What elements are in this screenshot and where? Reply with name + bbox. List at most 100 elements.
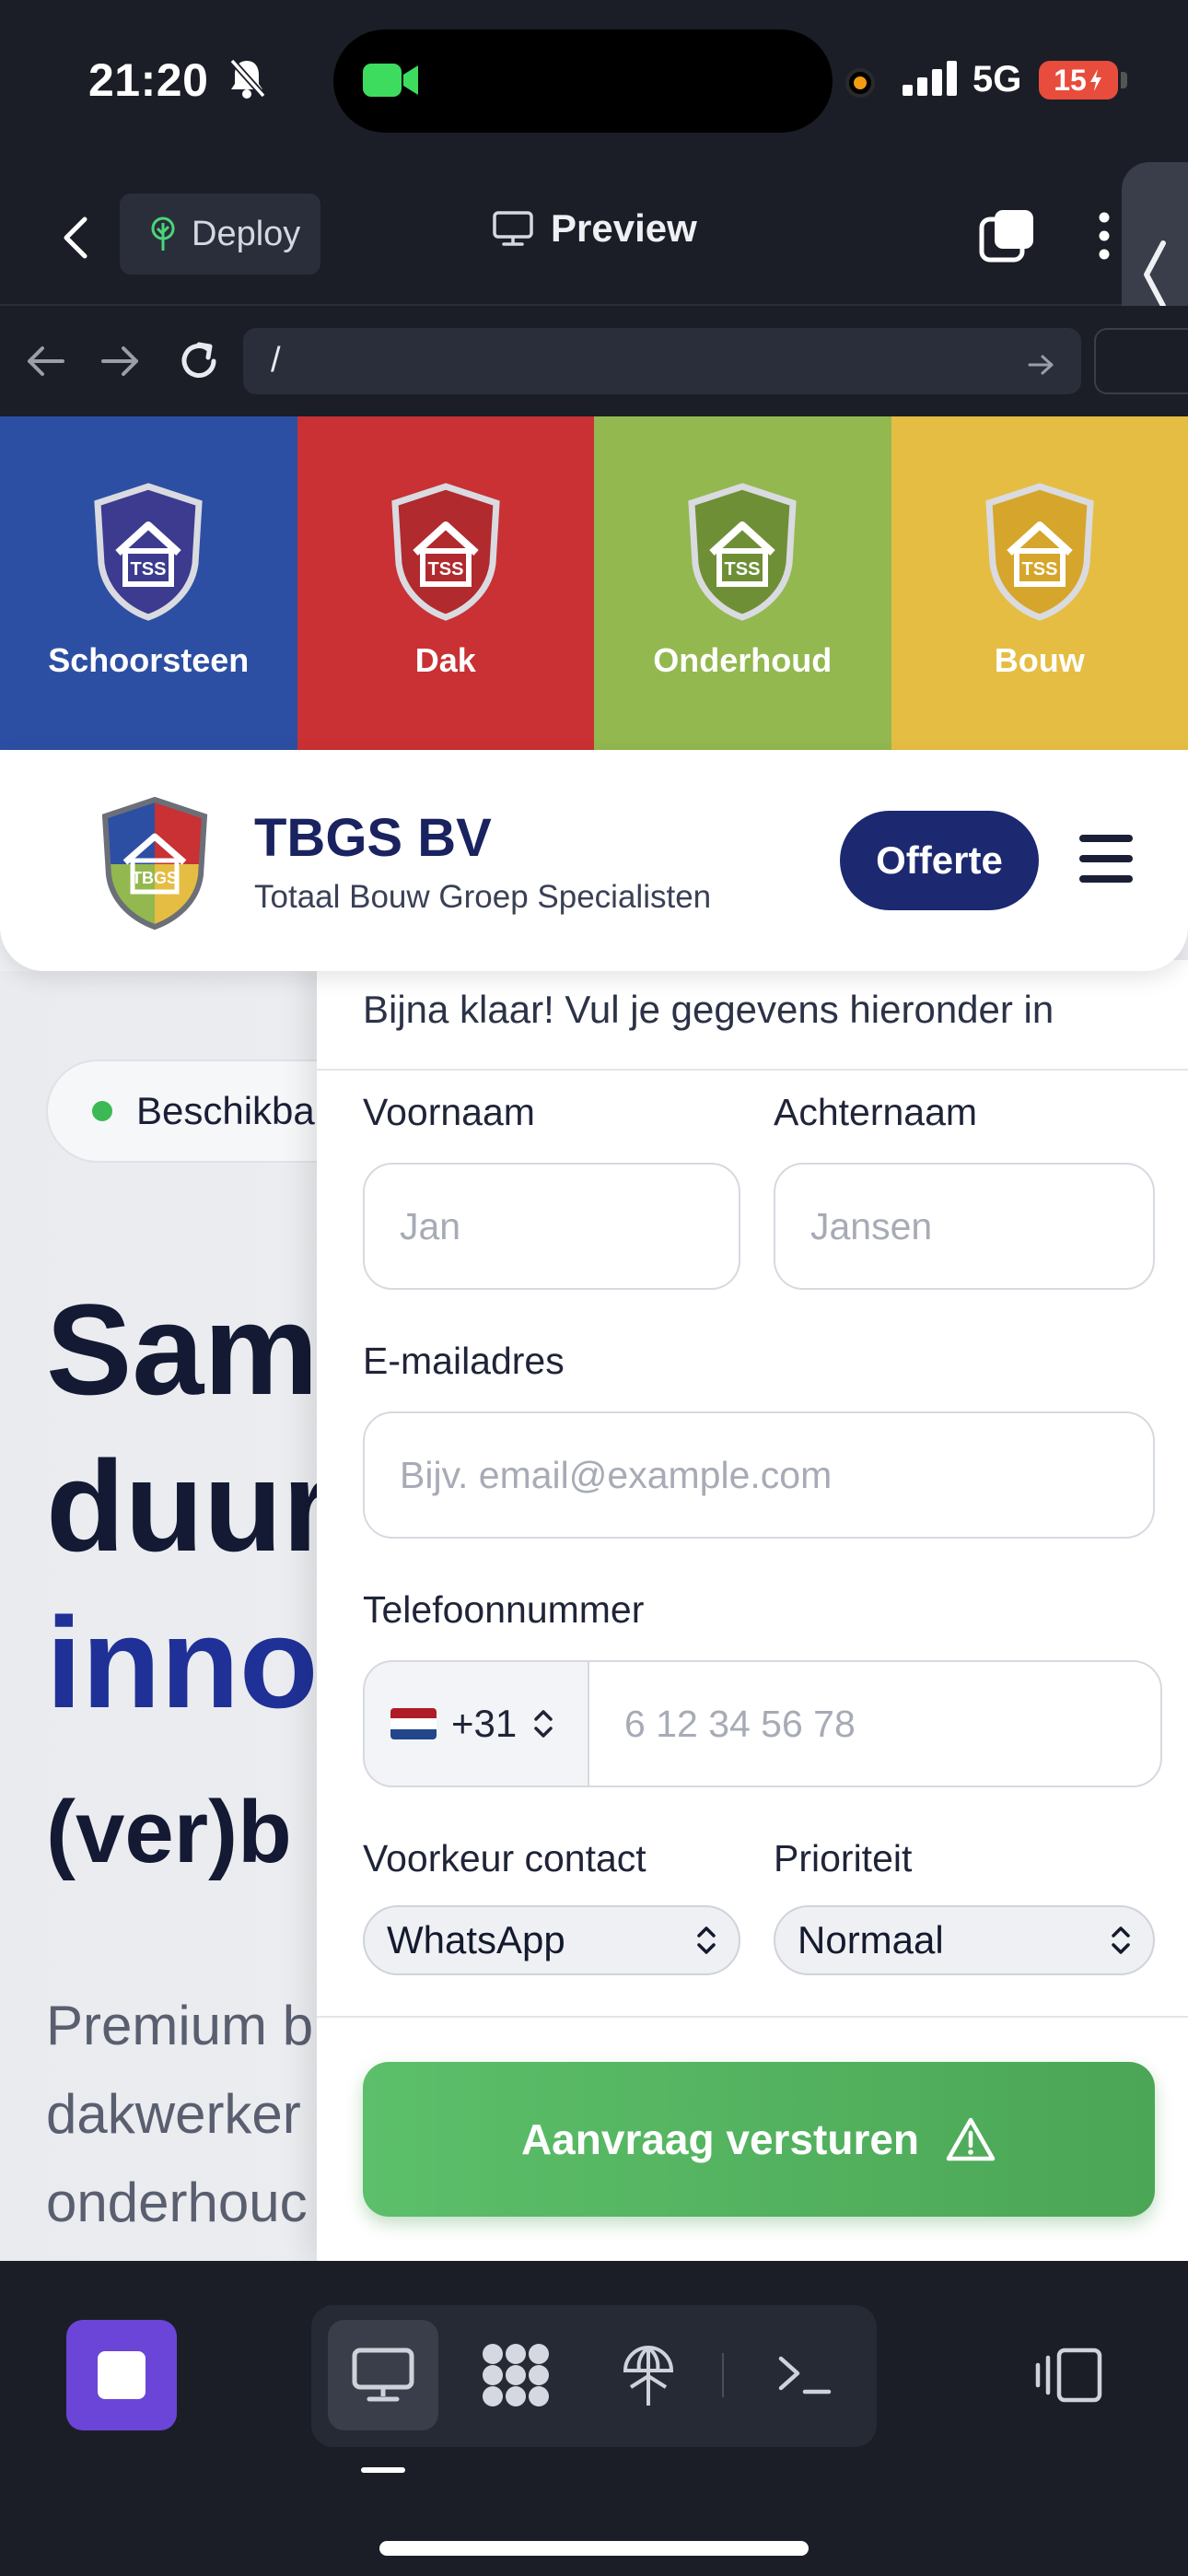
terminal-button[interactable] bbox=[750, 2320, 860, 2430]
more-options-button[interactable] bbox=[1090, 206, 1118, 265]
arrow-left-icon bbox=[28, 346, 64, 376]
email-input[interactable]: Bijv. email@example.com bbox=[363, 1411, 1155, 1539]
site-header: TBGS TBGS BV Totaal Bouw Groep Specialis… bbox=[0, 750, 1188, 971]
hero-paragraph-line-2: dakwerker bbox=[46, 2083, 301, 2145]
deploy-tree-icon bbox=[151, 217, 175, 251]
chevron-left-icon bbox=[64, 217, 87, 259]
netherlands-flag-icon bbox=[390, 1708, 437, 1739]
chevron-left-icon bbox=[1144, 240, 1166, 309]
category-tile-dak[interactable]: TSS Dak bbox=[297, 416, 594, 750]
reload-button[interactable] bbox=[171, 334, 227, 389]
select-arrows-icon bbox=[1112, 1926, 1130, 1954]
desktop-view-button[interactable] bbox=[328, 2320, 438, 2430]
priority-label: Prioriteit bbox=[774, 1837, 913, 1879]
tbgs-logo[interactable]: TBGS bbox=[98, 796, 212, 931]
svg-text:TSS: TSS bbox=[1021, 559, 1057, 580]
offerte-button[interactable]: Offerte bbox=[840, 811, 1039, 910]
svg-text:TSS: TSS bbox=[725, 559, 761, 580]
category-label: Dak bbox=[414, 641, 476, 679]
active-view-indicator bbox=[361, 2467, 405, 2473]
reload-icon bbox=[181, 342, 216, 378]
network-button[interactable] bbox=[593, 2320, 704, 2430]
category-tile-schoorsteen[interactable]: TSS Schoorsteen bbox=[0, 416, 297, 750]
submit-request-button[interactable]: Aanvraag versturen bbox=[363, 2062, 1155, 2217]
tss-shield-icon: TSS bbox=[688, 483, 797, 621]
stop-button[interactable] bbox=[66, 2320, 177, 2430]
hamburger-menu-icon[interactable] bbox=[1079, 835, 1133, 883]
signal-strength-icon bbox=[901, 59, 961, 100]
go-button[interactable] bbox=[1022, 346, 1059, 383]
brand-tagline: Totaal Bouw Groep Specialisten bbox=[254, 879, 712, 915]
camera-indicator-icon bbox=[361, 61, 422, 104]
battery-tip bbox=[1121, 72, 1127, 88]
tss-shield-icon: TSS bbox=[985, 483, 1094, 621]
first-name-input[interactable]: Jan bbox=[363, 1163, 740, 1290]
phone-label: Telefoonnummer bbox=[363, 1588, 645, 1631]
browser-back-button[interactable] bbox=[18, 334, 74, 389]
deploy-button[interactable]: Deploy bbox=[120, 193, 320, 275]
bottom-dock bbox=[0, 2261, 1188, 2576]
url-extra-control[interactable] bbox=[1094, 328, 1188, 394]
priority-value: Normaal bbox=[798, 1918, 944, 1961]
device-toggle-icon bbox=[1035, 2348, 1102, 2403]
category-label: Bouw bbox=[994, 641, 1085, 679]
hero-heading-line-1: Sam bbox=[46, 1277, 319, 1422]
app-toolbar: Deploy Preview bbox=[0, 166, 1188, 306]
select-arrows-icon bbox=[534, 1710, 553, 1738]
tss-shield-icon: TSS bbox=[94, 483, 203, 621]
email-label: E-mailadres bbox=[363, 1340, 565, 1382]
form-divider bbox=[317, 1069, 1188, 1071]
globe-antenna-icon bbox=[623, 2346, 674, 2406]
tabs-button[interactable] bbox=[978, 206, 1037, 265]
browser-url-row: / bbox=[0, 306, 1188, 416]
battery-icon: 15 bbox=[1039, 61, 1118, 100]
deploy-label: Deploy bbox=[192, 214, 301, 253]
last-name-label: Achternaam bbox=[774, 1091, 978, 1133]
url-input[interactable]: / bbox=[243, 328, 1081, 394]
kebab-menu-icon bbox=[1099, 212, 1110, 260]
network-type: 5G bbox=[973, 59, 1022, 100]
privacy-indicator-dot bbox=[849, 72, 871, 94]
home-indicator bbox=[379, 2541, 809, 2556]
hero-heading-line-3: inno bbox=[46, 1590, 319, 1735]
svg-text:TSS: TSS bbox=[427, 559, 463, 580]
category-strip: TSS Schoorsteen TSS Dak TSS Onderhoud TSS Bouw bbox=[0, 416, 1188, 750]
tss-shield-icon: TSS bbox=[391, 483, 500, 621]
status-time: 21:20 bbox=[88, 54, 209, 106]
phone-input[interactable]: 6 12 34 56 78 bbox=[588, 1660, 1162, 1787]
hero-paragraph-line-1: Premium b bbox=[46, 1995, 314, 2056]
hero-heading-line-4: (ver)b bbox=[46, 1783, 292, 1881]
quote-form-panel: Bijna klaar! Vul je gegevens hieronder i… bbox=[317, 960, 1188, 2261]
country-code-value: +31 bbox=[451, 1702, 518, 1745]
web-preview: TSS Schoorsteen TSS Dak TSS Onderhoud TSS Bouw … bbox=[0, 416, 1188, 2261]
brand-name: TBGS BV bbox=[254, 808, 492, 868]
svg-text:TBGS: TBGS bbox=[132, 869, 178, 887]
view-switcher bbox=[311, 2305, 877, 2447]
arrow-right-icon bbox=[1028, 355, 1054, 375]
last-name-input[interactable]: Jansen bbox=[774, 1163, 1155, 1290]
status-bar: 21:20 5G 15 bbox=[0, 0, 1188, 166]
category-tile-bouw[interactable]: TSS Bouw bbox=[891, 416, 1188, 750]
device-frame-button[interactable] bbox=[1030, 2320, 1107, 2430]
hero-paragraph-line-3: onderhouc bbox=[46, 2172, 308, 2233]
country-code-select[interactable]: +31 bbox=[363, 1660, 589, 1787]
submit-label: Aanvraag versturen bbox=[520, 2115, 920, 2163]
category-tile-onderhoud[interactable]: TSS Onderhoud bbox=[594, 416, 891, 750]
preview-title: Preview bbox=[492, 206, 697, 251]
monitor-icon bbox=[352, 2348, 414, 2402]
silent-mode-icon bbox=[227, 57, 267, 104]
browser-forward-button[interactable] bbox=[92, 334, 147, 389]
contact-preference-value: WhatsApp bbox=[387, 1918, 565, 1961]
back-button[interactable] bbox=[55, 210, 96, 265]
priority-select[interactable]: Normaal bbox=[774, 1905, 1155, 1975]
contact-preference-select[interactable]: WhatsApp bbox=[363, 1905, 740, 1975]
hero-heading-line-2: duur bbox=[46, 1434, 333, 1578]
monitor-icon bbox=[493, 211, 533, 246]
preview-label: Preview bbox=[551, 206, 697, 250]
terminal-icon bbox=[778, 2356, 832, 2395]
copy-tabs-icon bbox=[979, 210, 1033, 263]
grid-blobs-icon bbox=[483, 2344, 549, 2406]
svg-text:TSS: TSS bbox=[131, 559, 167, 580]
form-divider bbox=[317, 2016, 1188, 2018]
components-button[interactable] bbox=[460, 2320, 571, 2430]
